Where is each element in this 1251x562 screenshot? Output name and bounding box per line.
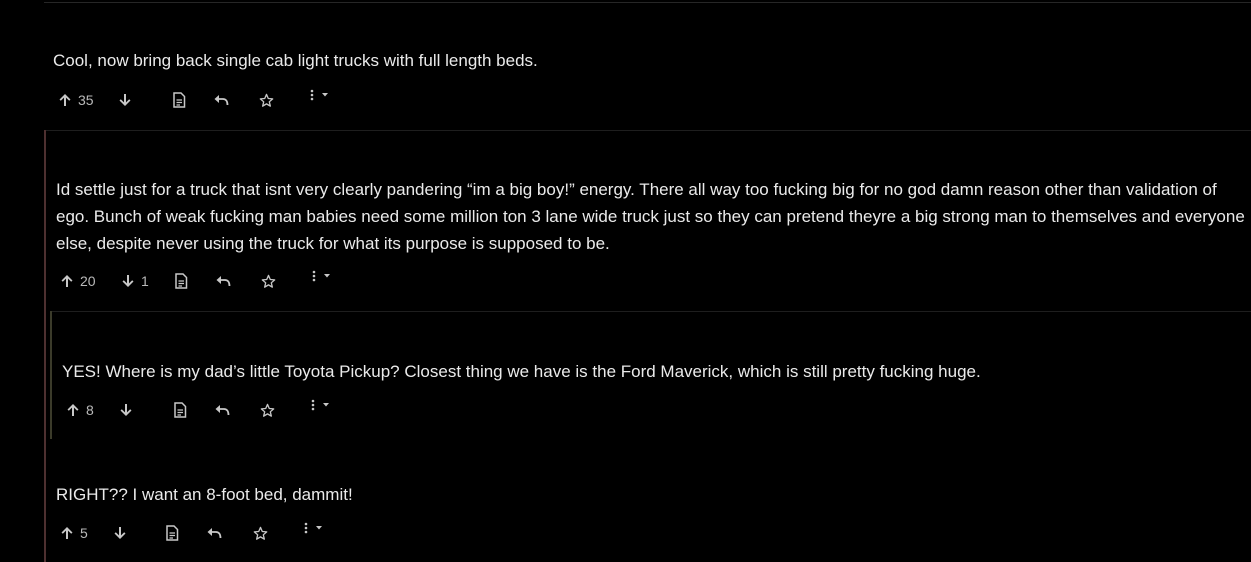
- arrow-down-icon: [118, 93, 132, 107]
- more-options-button[interactable]: [302, 519, 326, 539]
- comment-actions: 35: [58, 89, 358, 110]
- upvote-count: 8: [86, 402, 94, 418]
- comment-text: YES! Where is my dad’s little Toyota Pic…: [62, 362, 981, 381]
- star-icon: [260, 403, 275, 418]
- upvote-count: 35: [78, 92, 94, 108]
- upvote-count: 20: [80, 273, 96, 289]
- star-icon: [261, 274, 276, 289]
- arrow-up-icon: [60, 526, 74, 540]
- view-source-button[interactable]: [165, 523, 179, 543]
- arrow-up-icon: [60, 274, 74, 288]
- view-source-button[interactable]: [172, 90, 186, 110]
- divider: [46, 130, 1251, 131]
- star-icon: [253, 526, 268, 541]
- star-icon: [259, 93, 274, 108]
- upvote-button[interactable]: 5: [60, 523, 88, 543]
- comment-actions: 8: [66, 399, 366, 420]
- more-options-icon: [310, 270, 334, 284]
- comment-text: Cool, now bring back single cab light tr…: [53, 51, 538, 70]
- divider: [52, 311, 1251, 312]
- reply-icon: [213, 93, 229, 107]
- more-options-button[interactable]: [310, 267, 334, 287]
- arrow-down-icon: [119, 403, 133, 417]
- view-source-button[interactable]: [174, 271, 188, 291]
- arrow-down-icon: [121, 274, 135, 288]
- reply-button[interactable]: [215, 271, 231, 291]
- downvote-count: 1: [141, 273, 149, 289]
- comment-actions: 5: [60, 522, 360, 543]
- more-options-button[interactable]: [309, 396, 333, 416]
- save-button[interactable]: [261, 271, 276, 291]
- upvote-count: 5: [80, 525, 88, 541]
- thread-line[interactable]: [50, 311, 52, 439]
- document-icon: [174, 273, 188, 289]
- reply-icon: [215, 274, 231, 288]
- upvote-button[interactable]: 8: [66, 400, 94, 420]
- save-button[interactable]: [253, 523, 268, 543]
- downvote-button[interactable]: [113, 523, 133, 543]
- document-icon: [165, 525, 179, 541]
- divider: [44, 2, 1251, 3]
- reply-button[interactable]: [213, 90, 229, 110]
- more-options-icon: [302, 522, 326, 536]
- reply-icon: [214, 403, 230, 417]
- downvote-button[interactable]: 1: [121, 271, 149, 291]
- reply-button[interactable]: [206, 523, 222, 543]
- upvote-button[interactable]: 20: [60, 271, 96, 291]
- thread-line[interactable]: [44, 130, 46, 562]
- comment-actions: 20 1: [60, 270, 360, 291]
- downvote-button[interactable]: [118, 90, 138, 110]
- reply-icon: [206, 526, 222, 540]
- more-options-button[interactable]: [308, 86, 332, 106]
- arrow-up-icon: [66, 403, 80, 417]
- upvote-button[interactable]: 35: [58, 90, 94, 110]
- more-options-icon: [309, 399, 333, 413]
- save-button[interactable]: [260, 400, 275, 420]
- arrow-down-icon: [113, 526, 127, 540]
- reply-button[interactable]: [214, 400, 230, 420]
- document-icon: [173, 402, 187, 418]
- document-icon: [172, 92, 186, 108]
- view-source-button[interactable]: [173, 400, 187, 420]
- save-button[interactable]: [259, 90, 274, 110]
- arrow-up-icon: [58, 93, 72, 107]
- comment-thread: Cool, now bring back single cab light tr…: [0, 0, 1251, 562]
- comment-text: RIGHT?? I want an 8-foot bed, dammit!: [56, 485, 353, 504]
- comment-text: Id settle just for a truck that isnt ver…: [56, 180, 1245, 253]
- downvote-button[interactable]: [119, 400, 139, 420]
- more-options-icon: [308, 89, 332, 103]
